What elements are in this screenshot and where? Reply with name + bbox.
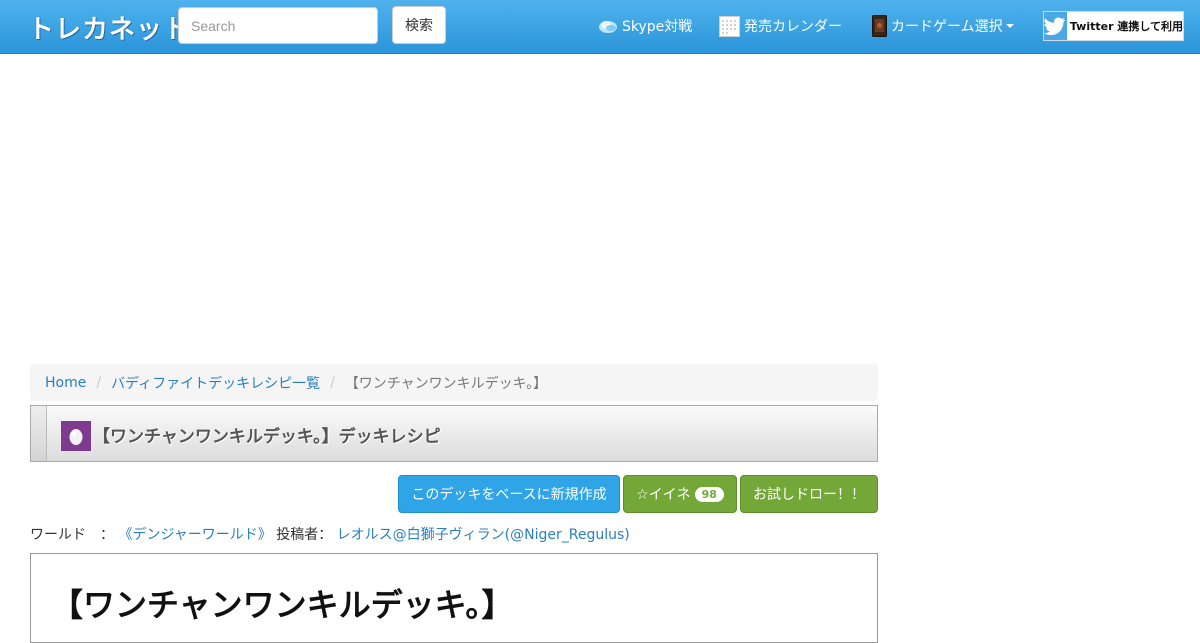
poster-label: 投稿者： xyxy=(276,527,333,543)
calendar-icon xyxy=(719,15,740,37)
title-panel-accent xyxy=(31,406,47,461)
skype-icon xyxy=(598,18,618,34)
breadcrumb-separator: / xyxy=(96,374,102,391)
search-input[interactable] xyxy=(178,7,378,44)
site-logo[interactable]: トレカネット xyxy=(28,8,190,46)
top-navbar: トレカネット 検索 Skype対戦 発売カレンダー xyxy=(0,0,1200,54)
breadcrumb-home[interactable]: Home xyxy=(45,375,86,391)
twitter-login-button[interactable]: Twitter 連携して利用 xyxy=(1043,11,1184,41)
world-link[interactable]: 《デンジャーワールド》 xyxy=(118,527,271,543)
breadcrumb: Home / バディファイトデッキレシピ一覧 / 【ワンチャンワンキルデッキ。】 xyxy=(30,364,878,401)
world-label: ワールド ： xyxy=(30,527,114,543)
breadcrumb-current: 【ワンチャンワンキルデッキ。】 xyxy=(344,375,548,392)
deck-image-title: 【ワンチャンワンキルデッキ。】 xyxy=(51,586,514,624)
nav-skype-label: Skype対戦 xyxy=(622,19,693,35)
breadcrumb-deck-list[interactable]: バディファイトデッキレシピ一覧 xyxy=(111,373,320,393)
egg-icon xyxy=(61,421,91,451)
nav-skype-battle[interactable]: Skype対戦 xyxy=(598,14,692,38)
caret-down-icon xyxy=(1005,24,1014,28)
like-count-badge: 98 xyxy=(694,486,724,502)
deck-title-panel: 【ワンチャンワンキルデッキ。】デッキレシピ xyxy=(30,405,878,462)
create-from-deck-button[interactable]: このデッキをベースに新規作成 xyxy=(398,475,620,513)
nav-release-calendar[interactable]: 発売カレンダー xyxy=(719,14,842,38)
poster-link[interactable]: レオルス@白獅子ヴィラン(@Niger_Regulus) xyxy=(337,527,630,543)
nav-calendar-label: 発売カレンダー xyxy=(744,19,842,35)
nav-cardgame-select[interactable]: カードゲーム選択 xyxy=(872,14,1014,38)
like-button[interactable]: ☆イイネ 98 xyxy=(623,475,737,513)
breadcrumb-separator: / xyxy=(330,374,335,391)
card-icon xyxy=(872,15,887,37)
deck-meta: ワールド ： 《デンジャーワールド》 投稿者： レオルス@白獅子ヴィラン(@Ni… xyxy=(30,524,630,544)
twitter-bird-icon xyxy=(1044,12,1067,40)
page-title: 【ワンチャンワンキルデッキ。】デッキレシピ xyxy=(93,427,441,447)
search-button[interactable]: 検索 xyxy=(392,6,446,44)
twitter-login-label: Twitter 連携して利用 xyxy=(1069,20,1183,33)
nav-cardgame-label: カードゲーム選択 xyxy=(891,19,1003,35)
trial-draw-button[interactable]: お試しドロー！！ xyxy=(740,475,878,513)
like-label: ☆イイネ xyxy=(636,487,691,503)
